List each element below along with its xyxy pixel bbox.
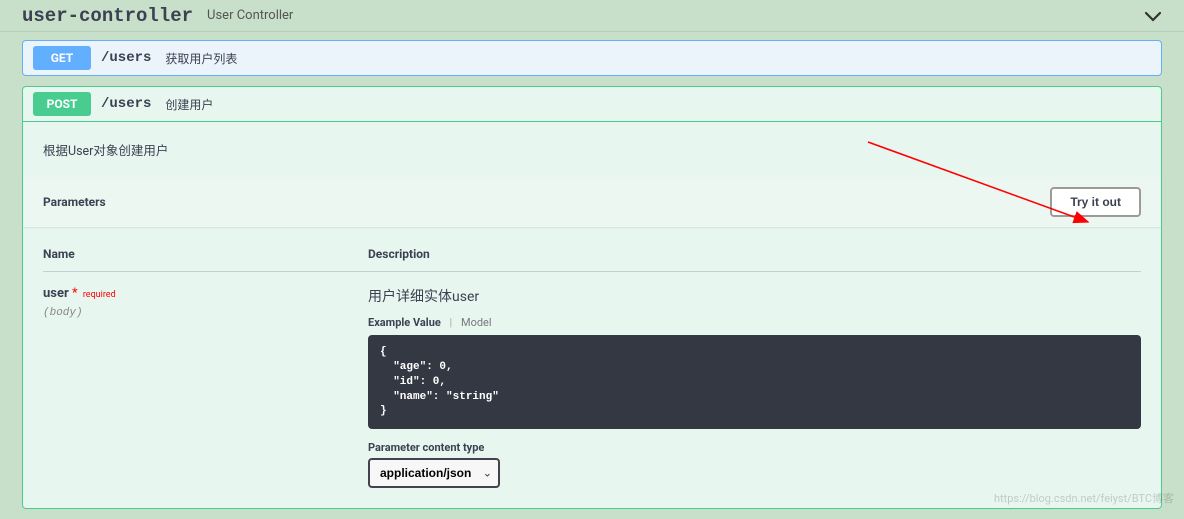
tab-model[interactable]: Model xyxy=(461,316,492,329)
operation-summary-row[interactable]: POST /users 创建用户 xyxy=(23,87,1161,121)
parameter-in: (body) xyxy=(43,307,368,319)
operation-path: /users xyxy=(101,50,151,66)
tag-name: user-controller xyxy=(22,5,193,27)
tab-separator: | xyxy=(450,316,453,329)
required-star-icon: * xyxy=(72,286,78,301)
column-header-name: Name xyxy=(43,237,368,272)
operation-description: 根据User对象创建用户 xyxy=(23,122,1161,177)
parameter-row: user * required (body) 用户详细实体user Exampl… xyxy=(43,286,1141,488)
parameters-table: Name Description user * required (body) xyxy=(23,227,1161,508)
try-it-out-button[interactable]: Try it out xyxy=(1050,187,1141,217)
example-value-code[interactable]: { "age": 0, "id": 0, "name": "string" } xyxy=(368,335,1141,429)
required-label: required xyxy=(81,290,116,300)
operation-post-users: POST /users 创建用户 根据User对象创建用户 Parameters… xyxy=(22,86,1162,509)
operation-summary: 创建用户 xyxy=(165,96,213,113)
content-type-select[interactable]: application/json xyxy=(368,458,500,488)
parameters-title: Parameters xyxy=(43,195,106,209)
parameter-name: user xyxy=(43,286,69,301)
method-badge-post: POST xyxy=(33,92,91,116)
chevron-down-icon[interactable] xyxy=(1144,4,1162,28)
watermark-text: https://blog.csdn.net/feiyst/BTC博客 xyxy=(994,490,1174,506)
content-type-label: Parameter content type xyxy=(368,441,1141,454)
column-header-description: Description xyxy=(368,237,1141,272)
operation-path: /users xyxy=(101,96,151,112)
tab-example-value[interactable]: Example Value xyxy=(368,316,441,329)
operation-get-users[interactable]: GET /users 获取用户列表 xyxy=(22,40,1162,76)
operation-summary: 获取用户列表 xyxy=(165,50,237,67)
parameters-header: Parameters Try it out xyxy=(23,177,1161,227)
method-badge-get: GET xyxy=(33,46,91,70)
tag-description: User Controller xyxy=(207,8,293,23)
parameter-description: 用户详细实体user xyxy=(368,286,1141,306)
tag-header[interactable]: user-controller User Controller xyxy=(0,0,1184,32)
